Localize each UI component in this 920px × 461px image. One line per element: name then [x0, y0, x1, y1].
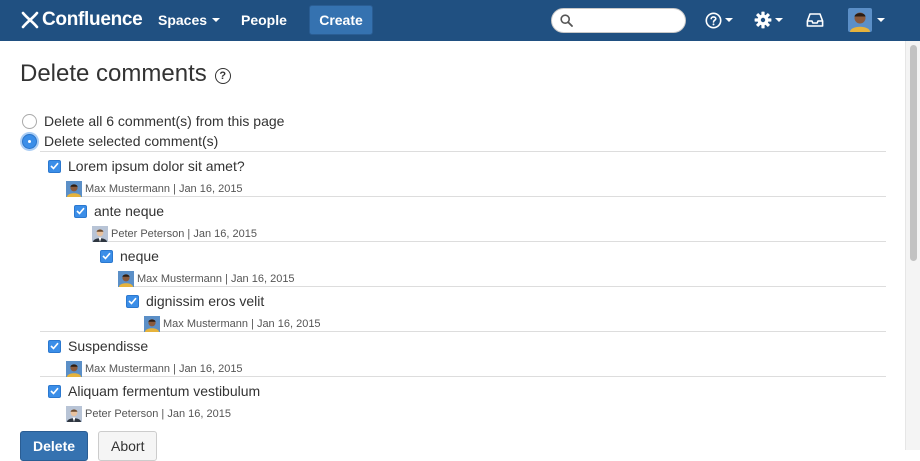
user-menu[interactable]	[848, 8, 885, 32]
comment-text: Lorem ipsum dolor sit amet?	[68, 158, 245, 174]
checkmark-icon	[102, 252, 111, 260]
comment-text: neque	[120, 248, 159, 264]
comment-checkbox[interactable]	[48, 384, 61, 398]
delete-selected-option[interactable]: Delete selected comment(s)	[20, 131, 218, 151]
chevron-down-icon	[877, 18, 885, 22]
abort-button[interactable]: Abort	[98, 431, 158, 461]
comment-text: Aliquam fermentum vestibulum	[68, 383, 261, 399]
nav-people[interactable]: People	[241, 0, 287, 41]
search-input[interactable]	[577, 12, 677, 29]
comment-text: dignissim eros velit	[146, 293, 265, 309]
max-mustermann-avatar	[66, 181, 82, 197]
scrollbar-thumb[interactable]	[910, 45, 917, 261]
comment-meta: Max Mustermann | Jan 16, 2015	[85, 183, 243, 195]
delete-selected-radio[interactable]	[22, 133, 37, 149]
comment-item: Aliquam fermentum vestibulum Peter Peter…	[48, 381, 260, 425]
max-mustermann-avatar	[118, 271, 134, 287]
confluence-logo[interactable]: Confluence	[20, 8, 143, 32]
chevron-down-icon	[775, 18, 783, 22]
logo-text: Confluence	[42, 9, 143, 30]
chevron-down-icon	[725, 18, 733, 22]
comment-item: neque Max Mustermann | Jan 16, 2015	[100, 246, 295, 290]
comment-checkbox[interactable]	[74, 204, 87, 218]
comment-meta: Peter Peterson | Jan 16, 2015	[111, 228, 257, 240]
create-button[interactable]: Create	[309, 5, 373, 35]
gear-icon	[754, 11, 772, 29]
help-menu[interactable]	[705, 10, 733, 30]
delete-selected-label: Delete selected comment(s)	[44, 133, 219, 149]
comment-item: dignissim eros velit Max Mustermann | Ja…	[126, 291, 321, 335]
help-icon[interactable]: ?	[214, 67, 231, 84]
checkmark-icon	[50, 342, 59, 350]
search-box[interactable]	[551, 8, 686, 33]
peter-peterson-avatar	[92, 226, 108, 242]
comment-checkbox[interactable]	[48, 339, 61, 353]
comment-item: ante neque Peter Peterson | Jan 16, 2015	[74, 201, 257, 245]
comment-meta: Peter Peterson | Jan 16, 2015	[85, 408, 231, 420]
settings-menu[interactable]	[754, 10, 783, 30]
max-mustermann-avatar	[66, 361, 82, 377]
delete-all-radio[interactable]	[22, 113, 37, 129]
page-title: Delete comments ?	[20, 60, 231, 88]
max-mustermann-avatar	[144, 316, 160, 332]
comment-checkbox[interactable]	[48, 159, 61, 173]
chevron-down-icon	[212, 18, 221, 23]
notifications-button[interactable]	[806, 10, 824, 30]
inbox-tray-icon	[806, 13, 824, 27]
comment-meta: Max Mustermann | Jan 16, 2015	[163, 318, 321, 330]
comment-checkbox[interactable]	[100, 249, 113, 263]
nav-spaces[interactable]: Spaces	[158, 0, 221, 41]
delete-all-option[interactable]: Delete all 6 comment(s) from this page	[20, 111, 284, 131]
page-title-text: Delete comments	[20, 60, 207, 87]
nav-spaces-label: Spaces	[158, 12, 208, 28]
comment-item: Suspendisse Max Mustermann | Jan 16, 201…	[48, 336, 243, 380]
user-avatar	[848, 8, 872, 32]
nav-people-label: People	[241, 12, 287, 28]
help-icon	[705, 12, 722, 28]
top-navigation-bar: Confluence Spaces People Create	[0, 0, 920, 41]
divider	[40, 151, 886, 152]
checkmark-icon	[50, 387, 59, 395]
delete-all-label: Delete all 6 comment(s) from this page	[44, 113, 285, 129]
checkmark-icon	[50, 162, 59, 170]
confluence-x-icon	[21, 11, 39, 29]
vertical-scrollbar[interactable]	[905, 41, 920, 450]
delete-button[interactable]: Delete	[20, 431, 89, 461]
comment-checkbox[interactable]	[126, 294, 139, 308]
comment-meta: Max Mustermann | Jan 16, 2015	[85, 363, 243, 375]
checkmark-icon	[76, 207, 85, 215]
comment-text: ante neque	[94, 203, 165, 219]
comment-text: Suspendisse	[68, 338, 149, 354]
checkmark-icon	[128, 297, 137, 305]
peter-peterson-avatar	[66, 406, 82, 422]
comment-meta: Max Mustermann | Jan 16, 2015	[137, 273, 295, 285]
comment-item: Lorem ipsum dolor sit amet? Max Musterma…	[48, 156, 245, 200]
search-icon	[560, 14, 573, 27]
